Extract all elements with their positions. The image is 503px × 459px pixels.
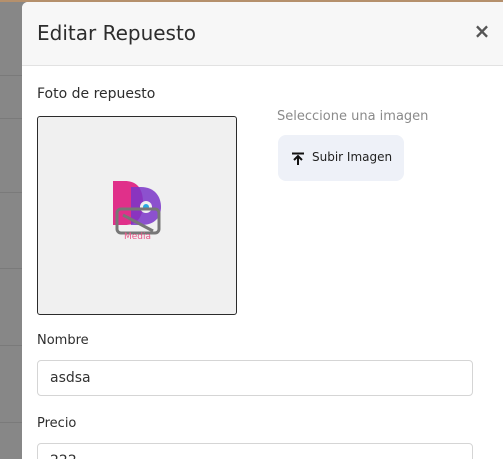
nombre-label: Nombre: [37, 333, 89, 348]
logo-caption: Media: [124, 232, 152, 242]
modal-title: Editar Repuesto: [37, 21, 197, 45]
close-button[interactable]: ×: [471, 20, 493, 42]
background-divider: [0, 268, 22, 269]
photo-label: Foto de repuesto: [37, 86, 156, 102]
upload-hint: Seleccione una imagen: [277, 109, 429, 124]
upload-button-label: Subir Imagen: [312, 150, 393, 164]
precio-input[interactable]: [37, 443, 473, 459]
background-divider: [0, 118, 22, 119]
nombre-input[interactable]: [37, 360, 473, 396]
photo-preview: Media: [37, 116, 237, 315]
upload-icon: [292, 152, 304, 165]
background-divider: [0, 75, 22, 76]
upload-image-button[interactable]: Subir Imagen: [278, 135, 404, 181]
edit-part-modal: Editar Repuesto × Foto de repuesto Media…: [22, 2, 503, 459]
background-divider: [0, 345, 22, 346]
background-divider: [0, 422, 22, 423]
modal-header: Editar Repuesto ×: [22, 2, 503, 66]
background-divider: [0, 192, 22, 193]
precio-label: Precio: [37, 416, 77, 431]
